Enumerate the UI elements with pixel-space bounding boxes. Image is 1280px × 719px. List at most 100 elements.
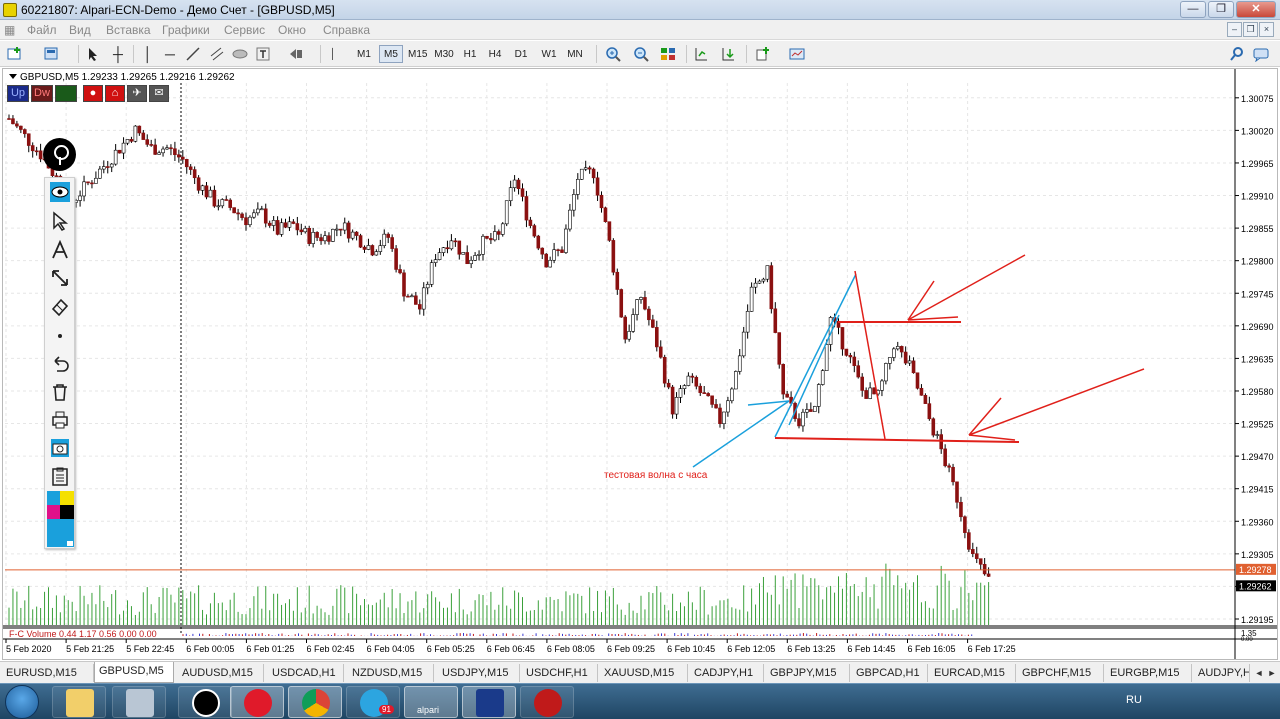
taskbar-calculator[interactable] xyxy=(112,686,166,718)
minimize-button[interactable]: — xyxy=(1180,1,1206,18)
crosshair-tool[interactable]: ┼ xyxy=(108,45,128,63)
timeframe-h4[interactable]: H4 xyxy=(484,45,506,63)
tab-xauusd-m15[interactable]: XAUUSD,M15 xyxy=(600,664,688,682)
drop-button[interactable]: ● xyxy=(83,85,103,102)
bullish-candle xyxy=(868,387,872,399)
tab-gbpjpy-m15[interactable]: GBPJPY,M15 xyxy=(766,664,850,682)
tab-gbpusd-m5[interactable]: GBPUSD,M5 xyxy=(94,662,174,683)
cursor-tool[interactable] xyxy=(84,45,104,63)
chart-shift-button[interactable] xyxy=(692,45,714,63)
mdi-close-button[interactable]: × xyxy=(1259,22,1274,37)
bearish-candle xyxy=(781,364,786,395)
undo-icon[interactable] xyxy=(50,354,70,374)
chat-button[interactable] xyxy=(1252,45,1274,63)
clipboard-icon[interactable] xyxy=(50,466,70,486)
timeframe-h1[interactable]: H1 xyxy=(459,45,481,63)
mdi-minimize-button[interactable]: – xyxy=(1227,22,1242,37)
tab-usdcad-h1[interactable]: USDCAD,H1 xyxy=(268,664,344,682)
search-button[interactable] xyxy=(1228,45,1246,63)
start-button[interactable] xyxy=(5,685,39,719)
timeframe-m5[interactable]: M5 xyxy=(379,45,403,63)
templates-button[interactable] xyxy=(788,45,818,63)
trash-icon[interactable] xyxy=(50,382,70,402)
profiles-icon xyxy=(44,47,58,60)
tab-scroll-right[interactable]: ► xyxy=(1265,665,1279,681)
price-chart[interactable]: тестовая волна с часа 1.30075 1.30020 1.29… xyxy=(3,69,1277,659)
shapes-dropdown[interactable] xyxy=(278,45,314,63)
timeframe-w1[interactable]: W1 xyxy=(537,45,561,63)
camera-icon[interactable] xyxy=(50,438,70,458)
bearish-candle xyxy=(619,289,624,318)
menu-view[interactable]: Вид xyxy=(69,23,91,37)
vertical-line-tool[interactable]: │ xyxy=(138,45,158,63)
zoom-out-button[interactable] xyxy=(632,45,654,63)
menu-tools[interactable]: Сервис xyxy=(224,23,265,37)
language-indicator[interactable]: RU xyxy=(1126,694,1142,706)
text-icon[interactable] xyxy=(50,240,70,260)
trendline-tool[interactable] xyxy=(184,45,204,63)
taskbar-opera[interactable] xyxy=(230,686,284,718)
alert-button[interactable]: ⌂ xyxy=(105,85,125,102)
arrow-icon[interactable] xyxy=(50,268,70,288)
timeframe-m15[interactable]: M15 xyxy=(405,45,429,63)
bearish-candle xyxy=(15,123,19,127)
tile-windows-button[interactable] xyxy=(659,45,681,63)
pin-icon[interactable] xyxy=(43,138,76,171)
new-order-button[interactable] xyxy=(6,45,36,63)
timeframe-m30[interactable]: M30 xyxy=(431,45,457,63)
tab-usdjpy-m15[interactable]: USDJPY,M15 xyxy=(438,664,520,682)
zoom-in-button[interactable] xyxy=(604,45,626,63)
tab-scroll-left[interactable]: ◄ xyxy=(1252,665,1266,681)
taskbar-metatrader[interactable] xyxy=(462,686,516,718)
send-button[interactable]: ✈ xyxy=(127,85,147,102)
menu-insert[interactable]: Вставка xyxy=(106,23,151,37)
chart-window[interactable]: тестовая волна с часа 1.30075 1.30020 1.29… xyxy=(2,68,1278,660)
taskbar-telegram[interactable]: 91 xyxy=(346,686,400,718)
printer-icon[interactable] xyxy=(50,410,70,430)
tab-nzdusd-m15[interactable]: NZDUSD,M15 xyxy=(348,664,434,682)
tab-gbpchf-m15[interactable]: GBPCHF,M15 xyxy=(1018,664,1104,682)
tab-eurcad-m15[interactable]: EURCAD,M15 xyxy=(930,664,1016,682)
timeframe-d1[interactable]: D1 xyxy=(510,45,532,63)
taskbar-chrome[interactable] xyxy=(288,686,342,718)
taskbar-folder[interactable] xyxy=(52,686,106,718)
tab-eurgbp-m15[interactable]: EURGBP,M15 xyxy=(1106,664,1192,682)
eye-icon[interactable] xyxy=(50,182,70,202)
palette-icon[interactable] xyxy=(47,491,74,547)
taskbar-pin-app[interactable] xyxy=(178,686,232,718)
up-button[interactable]: Up xyxy=(7,85,29,102)
neutral-button[interactable]: ... xyxy=(55,85,77,102)
text-tool[interactable] xyxy=(254,45,274,63)
tab-cadjpy-h1[interactable]: CADJPY,H1 xyxy=(690,664,764,682)
horizontal-line-tool[interactable]: ─ xyxy=(160,45,180,63)
dot-icon[interactable] xyxy=(50,326,70,346)
menu-charts[interactable]: Графики xyxy=(162,23,210,37)
cursor-icon[interactable] xyxy=(50,211,70,231)
channel-tool[interactable] xyxy=(208,45,228,63)
tab-gbpcad-h1[interactable]: GBPCAD,H1 xyxy=(852,664,928,682)
bearish-candle xyxy=(698,385,703,393)
down-button[interactable]: Dw xyxy=(31,85,53,102)
maximize-button[interactable]: ❐ xyxy=(1208,1,1234,18)
close-button[interactable]: ✕ xyxy=(1236,1,1276,18)
tab-eurusd-m15[interactable]: EURUSD,M15 xyxy=(2,664,94,682)
eraser-icon[interactable] xyxy=(50,296,70,316)
autoscroll-button[interactable] xyxy=(719,45,741,63)
tab-audjpy[interactable]: AUDJPY,H xyxy=(1194,664,1250,682)
mail-button[interactable]: ✉ xyxy=(149,85,169,102)
menu-window[interactable]: Окно xyxy=(278,23,306,37)
timeframe-m1[interactable]: M1 xyxy=(352,45,376,63)
taskbar-app[interactable] xyxy=(520,686,574,718)
ellipse-tool[interactable] xyxy=(231,45,251,63)
menu-file[interactable]: Файл xyxy=(27,23,57,37)
taskbar-alpari[interactable]: alpari xyxy=(404,686,458,718)
tab-audusd-m15[interactable]: AUDUSD,M15 xyxy=(178,664,264,682)
price-tick-label: 1.29360 xyxy=(1241,517,1274,527)
indicators-button[interactable] xyxy=(754,45,784,63)
timeframe-mn[interactable]: MN xyxy=(563,45,587,63)
mdi-restore-button[interactable]: ❐ xyxy=(1243,22,1258,37)
tab-usdchf-h1[interactable]: USDCHF,H1 xyxy=(522,664,598,682)
menu-help[interactable]: Справка xyxy=(323,23,370,37)
zoom-tf-left[interactable]: │ xyxy=(324,45,342,63)
profiles-button[interactable] xyxy=(42,45,72,63)
